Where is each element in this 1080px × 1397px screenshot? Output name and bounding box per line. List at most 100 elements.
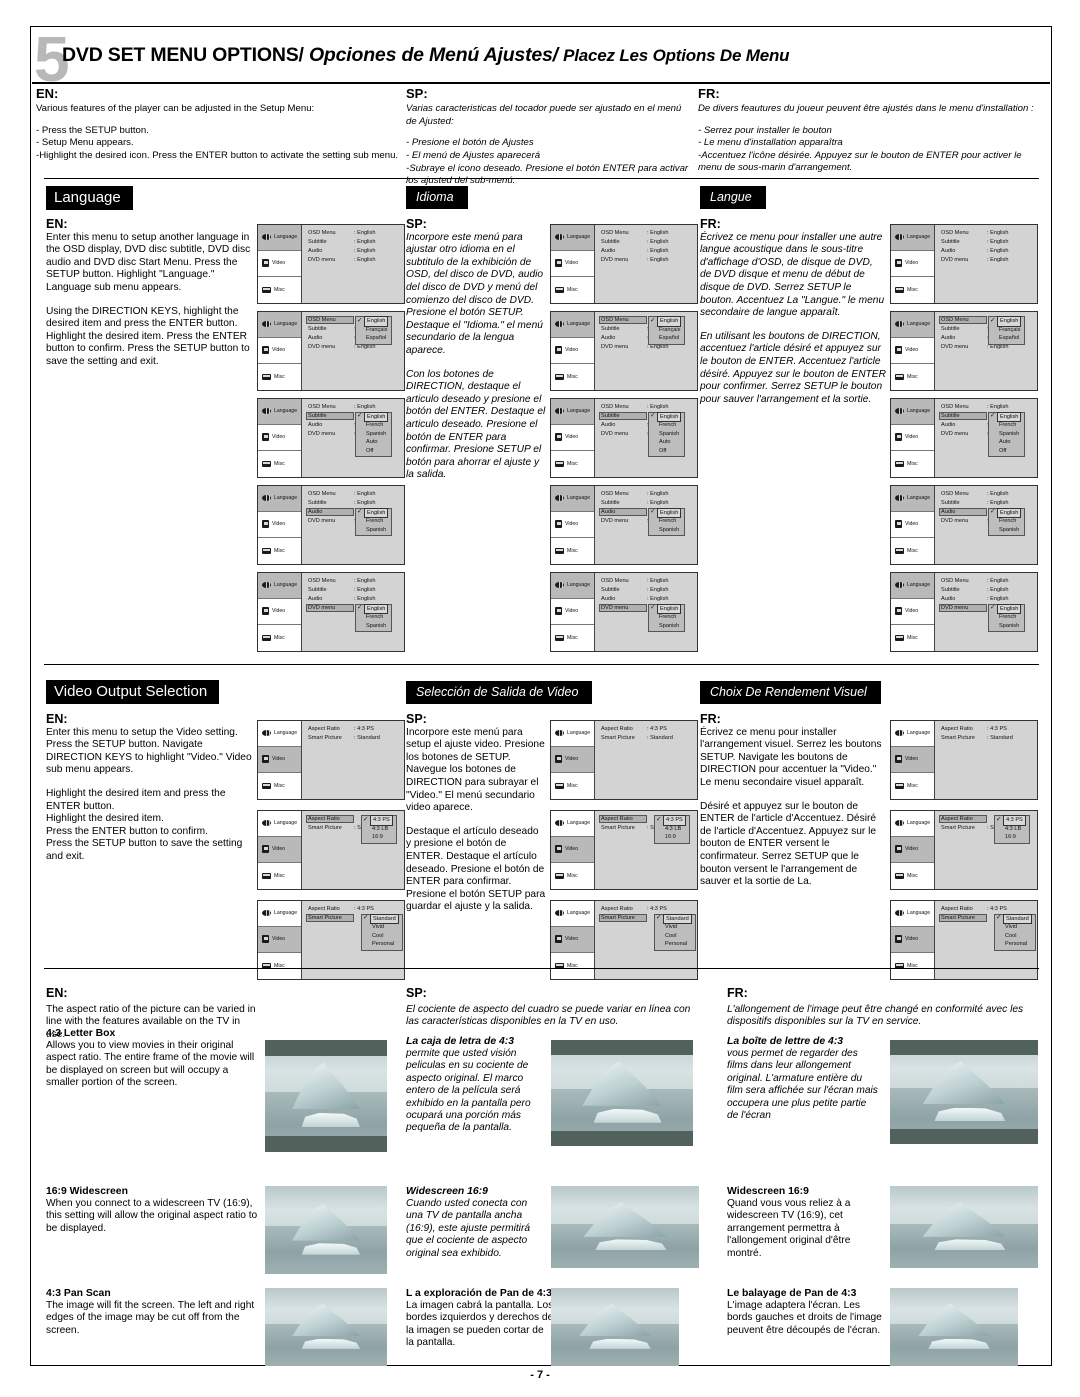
osd-setting-row[interactable]: Subtitle: English (601, 587, 693, 596)
osd-dropdown[interactable]: English ✓ French Spanish Auto Off (355, 411, 393, 458)
osd-dropdown-option[interactable]: 4:3 PS ✓ (656, 815, 686, 826)
osd-dropdown-option[interactable]: Français (659, 326, 680, 335)
osd-dropdown-option[interactable]: English ✓ (650, 603, 682, 615)
osd-sidebar-item-video[interactable]: Video (891, 926, 934, 953)
osd-sidebar-item-video[interactable]: Video (551, 425, 594, 451)
osd-sidebar-item-video[interactable]: Video (551, 599, 594, 625)
osd-sidebar-item-video[interactable]: Video (258, 425, 301, 451)
osd-dropdown-option[interactable]: Français (999, 326, 1020, 335)
osd-dropdown-option[interactable]: Personal (1005, 940, 1031, 949)
osd-dropdown-option[interactable]: English ✓ (990, 507, 1022, 519)
osd-sidebar-item-video[interactable]: Video (891, 251, 934, 277)
osd-sidebar-item-video[interactable]: Video (891, 599, 934, 625)
osd-sidebar-item-misc[interactable]: Misc (258, 277, 301, 303)
osd-dropdown-option[interactable]: Spanish (999, 430, 1020, 439)
osd-sidebar-item-video[interactable]: Video (258, 746, 301, 773)
osd-dropdown-option[interactable]: 16:9 (372, 833, 392, 842)
osd-setting-row[interactable]: OSD Menu: English (601, 230, 693, 239)
osd-dropdown[interactable]: English ✓ French Spanish (355, 507, 393, 537)
osd-dropdown-option[interactable]: Vivid (665, 923, 691, 932)
osd-dropdown-option[interactable]: 4:3 PS ✓ (363, 815, 393, 826)
osd-sidebar-item-misc[interactable]: Misc (551, 773, 594, 799)
osd-sidebar-item-misc[interactable]: Misc (258, 451, 301, 477)
osd-sidebar-item-misc[interactable]: Misc (891, 953, 934, 979)
osd-dropdown-option[interactable]: Standard ✓ (656, 913, 692, 925)
osd-sidebar-item-video[interactable]: Video (551, 746, 594, 773)
osd-dropdown-option[interactable]: Cool (1005, 932, 1031, 941)
osd-sidebar-item-language[interactable]: Language (258, 225, 301, 251)
osd-sidebar-item-video[interactable]: Video (891, 746, 934, 773)
osd-dropdown[interactable]: Standard ✓ Vivid Cool Personal (361, 913, 403, 951)
osd-dropdown-option[interactable]: French (366, 517, 387, 526)
osd-dropdown[interactable]: Standard ✓ Vivid Cool Personal (994, 913, 1036, 951)
osd-setting-row[interactable]: Smart Picture: Standard (308, 735, 400, 744)
osd-sidebar-item-misc[interactable]: Misc (891, 451, 934, 477)
osd-setting-row[interactable]: DVD menu: English (308, 257, 400, 266)
osd-dropdown-option[interactable]: Personal (665, 940, 691, 949)
osd-sidebar-item-language[interactable]: Language (551, 399, 594, 425)
osd-sidebar-item-misc[interactable]: Misc (258, 538, 301, 564)
osd-sidebar-item-video[interactable]: Video (258, 251, 301, 277)
osd-dropdown-option[interactable]: Spanish (659, 430, 680, 439)
osd-sidebar-item-language[interactable]: Language (891, 399, 934, 425)
osd-dropdown[interactable]: 4:3 PS ✓ 4:3 LB 16:9 (994, 815, 1030, 844)
osd-sidebar-item-misc[interactable]: Misc (891, 863, 934, 889)
osd-dropdown-option[interactable]: Auto (366, 438, 387, 447)
osd-dropdown-option[interactable]: Auto (999, 438, 1020, 447)
osd-setting-row[interactable]: Subtitle: English (941, 239, 1033, 248)
osd-dropdown-option[interactable]: Auto (659, 438, 680, 447)
osd-dropdown-option[interactable]: English ✓ (357, 507, 389, 519)
osd-dropdown[interactable]: English ✓ French Spanish (648, 603, 686, 633)
osd-sidebar-item-language[interactable]: Language (551, 225, 594, 251)
osd-dropdown-option[interactable]: Personal (372, 940, 398, 949)
osd-sidebar-item-misc[interactable]: Misc (551, 863, 594, 889)
osd-sidebar-item-video[interactable]: Video (258, 926, 301, 953)
osd-sidebar-item-language[interactable]: Language (891, 486, 934, 512)
osd-sidebar-item-language[interactable]: Language (551, 721, 594, 747)
osd-setting-row[interactable]: Audio: English (941, 248, 1033, 257)
osd-sidebar-item-video[interactable]: Video (551, 251, 594, 277)
osd-dropdown-option[interactable]: Vivid (1005, 923, 1031, 932)
osd-dropdown[interactable]: English ✓ French Spanish (988, 507, 1026, 537)
osd-setting-row[interactable]: Subtitle: English (941, 587, 1033, 596)
osd-sidebar-item-misc[interactable]: Misc (258, 625, 301, 651)
osd-dropdown-option[interactable]: French (659, 517, 680, 526)
osd-dropdown-option[interactable]: Off (366, 447, 387, 456)
osd-dropdown-option[interactable]: 4:3 LB (665, 825, 685, 834)
osd-dropdown-option[interactable]: Standard ✓ (363, 913, 399, 925)
osd-setting-row[interactable]: OSD Menu: English (941, 491, 1033, 500)
osd-dropdown-option[interactable]: Español (366, 334, 387, 343)
osd-dropdown-option[interactable]: Español (659, 334, 680, 343)
osd-setting-row[interactable]: Subtitle: English (601, 239, 693, 248)
osd-setting-row[interactable]: Audio: English (308, 248, 400, 257)
osd-sidebar-item-video[interactable]: Video (891, 836, 934, 863)
osd-dropdown-option[interactable]: English ✓ (650, 411, 682, 423)
osd-setting-row[interactable]: DVD menu: English (941, 344, 1033, 353)
osd-dropdown-option[interactable]: Spanish (366, 622, 387, 631)
osd-dropdown-option[interactable]: Spanish (659, 526, 680, 535)
osd-sidebar-item-language[interactable]: Language (258, 811, 301, 837)
osd-setting-row[interactable]: Aspect Ratio: 4:3 PS (601, 726, 693, 735)
osd-dropdown-option[interactable]: Français (366, 326, 387, 335)
osd-sidebar-item-language[interactable]: Language (258, 901, 301, 927)
osd-setting-row[interactable]: OSD Menu: English (308, 578, 400, 587)
osd-sidebar-item-misc[interactable]: Misc (551, 625, 594, 651)
osd-sidebar-item-video[interactable]: Video (891, 425, 934, 451)
osd-sidebar-item-language[interactable]: Language (258, 721, 301, 747)
osd-sidebar-item-misc[interactable]: Misc (258, 773, 301, 799)
osd-sidebar-item-language[interactable]: Language (891, 312, 934, 338)
osd-sidebar-item-video[interactable]: Video (258, 338, 301, 364)
osd-sidebar-item-misc[interactable]: Misc (258, 364, 301, 390)
osd-dropdown-option[interactable]: Cool (665, 932, 691, 941)
osd-sidebar-item-language[interactable]: Language (258, 573, 301, 599)
osd-setting-row[interactable]: DVD menu: English (601, 257, 693, 266)
osd-sidebar-item-video[interactable]: Video (891, 512, 934, 538)
osd-dropdown-option[interactable]: Vivid (372, 923, 398, 932)
osd-sidebar-item-misc[interactable]: Misc (891, 538, 934, 564)
osd-setting-row[interactable]: DVD menu: English (601, 344, 693, 353)
osd-sidebar-item-video[interactable]: Video (551, 926, 594, 953)
osd-dropdown-option[interactable]: Standard ✓ (996, 913, 1032, 925)
osd-dropdown-option[interactable]: French (659, 613, 680, 622)
osd-sidebar-item-misc[interactable]: Misc (891, 364, 934, 390)
osd-sidebar-item-language[interactable]: Language (891, 573, 934, 599)
